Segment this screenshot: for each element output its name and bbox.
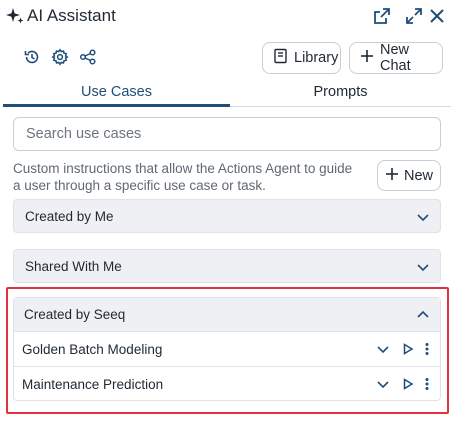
search-input[interactable]	[13, 117, 441, 151]
expand-icon[interactable]	[403, 5, 425, 27]
share-icon[interactable]	[79, 48, 97, 66]
list-item[interactable]: Maintenance Prediction	[14, 367, 440, 401]
history-icon[interactable]	[23, 48, 41, 66]
toolbar: Library New Chat	[0, 40, 451, 76]
use-case-label: Golden Batch Modeling	[22, 341, 163, 357]
section-shared-with-me[interactable]: Shared With Me	[13, 249, 441, 283]
sparkle-icon	[5, 6, 25, 26]
section-created-by-me[interactable]: Created by Me	[13, 199, 441, 233]
new-use-case-button[interactable]: New	[377, 160, 441, 191]
play-icon[interactable]	[401, 342, 415, 356]
close-icon[interactable]	[426, 5, 448, 27]
section-label: Created by Seeq	[24, 307, 126, 322]
book-icon	[273, 48, 288, 68]
tab-bar: Use Cases Prompts	[3, 80, 451, 108]
gear-icon[interactable]	[51, 48, 69, 66]
popout-icon[interactable]	[371, 5, 393, 27]
section-label: Shared With Me	[25, 258, 122, 274]
list-item[interactable]: Golden Batch Modeling	[14, 332, 440, 366]
plus-icon	[385, 167, 399, 185]
library-label: Library	[294, 50, 339, 66]
library-button[interactable]: Library	[262, 42, 341, 74]
chevron-up-icon	[416, 308, 430, 322]
section-created-by-seeq: Created by Seeq Golden Batch Modeling Ma…	[13, 297, 441, 401]
window-title: AI Assistant	[27, 6, 116, 25]
play-icon[interactable]	[401, 377, 415, 391]
chevron-down-icon[interactable]	[376, 377, 390, 391]
active-tab-indicator	[3, 104, 230, 107]
new-label: New	[403, 167, 433, 184]
section-label: Created by Me	[25, 208, 114, 224]
use-case-label: Maintenance Prediction	[22, 376, 164, 392]
title-bar: AI Assistant	[0, 0, 451, 33]
description-text: Custom instructions that allow the Actio…	[13, 161, 353, 193]
chevron-down-icon	[416, 210, 430, 224]
tab-prompts[interactable]: Prompts	[230, 80, 451, 108]
section-header-created-by-seeq[interactable]: Created by Seeq	[14, 298, 440, 332]
more-options-icon[interactable]	[420, 342, 434, 356]
plus-icon	[360, 49, 374, 67]
more-options-icon[interactable]	[420, 377, 434, 391]
new-chat-button[interactable]: New Chat	[349, 42, 443, 74]
chevron-down-icon[interactable]	[376, 342, 390, 356]
new-chat-label: New Chat	[380, 42, 411, 74]
chevron-down-icon	[416, 260, 430, 274]
